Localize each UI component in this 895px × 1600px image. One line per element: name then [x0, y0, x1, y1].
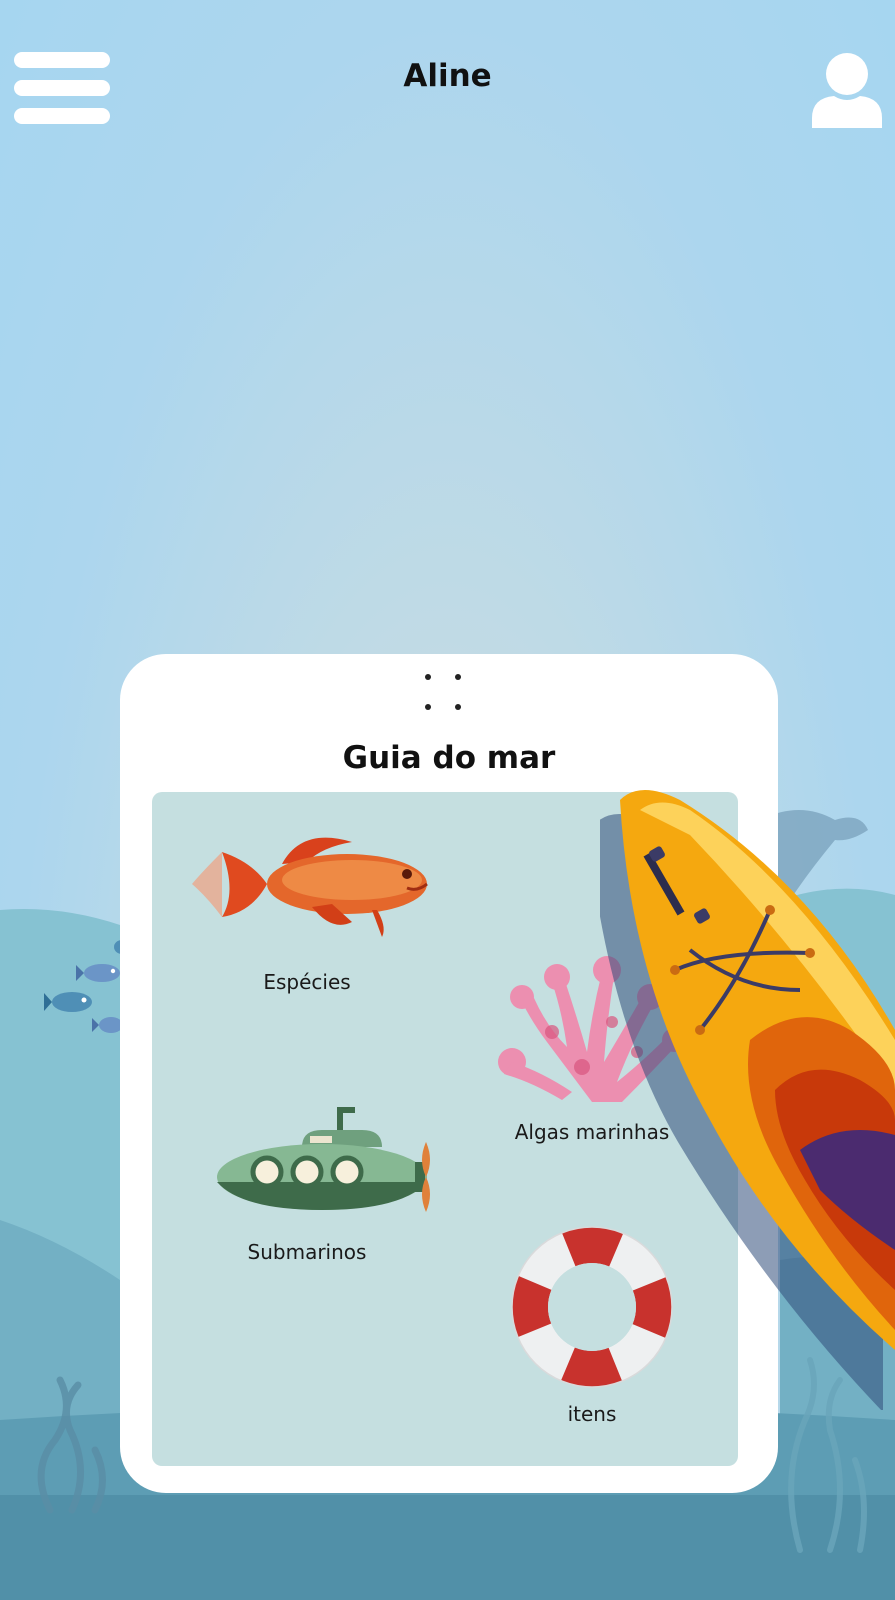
category-label: Espécies: [263, 970, 351, 994]
profile-button[interactable]: [810, 52, 884, 128]
category-tile-algas-marinhas[interactable]: Algas marinhas: [492, 942, 692, 1152]
user-profile-icon: [812, 53, 882, 128]
submarine-icon: [217, 1107, 430, 1212]
user-name-title: Aline: [403, 58, 492, 94]
sea-floor: [0, 1495, 895, 1600]
menu-bar: [14, 108, 110, 124]
coral-icon: [498, 956, 686, 1102]
guide-card: Guia do mar Espécies Algas marinhas Subm…: [120, 654, 778, 1493]
goldfish-icon: [192, 837, 428, 937]
category-label: itens: [567, 1402, 617, 1426]
category-tile-itens[interactable]: itens: [492, 1222, 692, 1437]
guide-title: Guia do mar: [342, 740, 556, 776]
category-label: Algas marinhas: [514, 1120, 670, 1144]
ocean-background: Aline Guia do mar Espécies Algas marinha…: [0, 0, 895, 1600]
category-tile-especies[interactable]: Espécies: [182, 822, 432, 1002]
lifebuoy-icon: [511, 1226, 673, 1388]
category-label: Submarinos: [247, 1240, 367, 1264]
category-grid: Espécies Algas marinhas Submarinos itens: [152, 792, 738, 1466]
drag-handle-icon[interactable]: [425, 674, 473, 718]
category-tile-submarinos[interactable]: Submarinos: [182, 1092, 432, 1272]
